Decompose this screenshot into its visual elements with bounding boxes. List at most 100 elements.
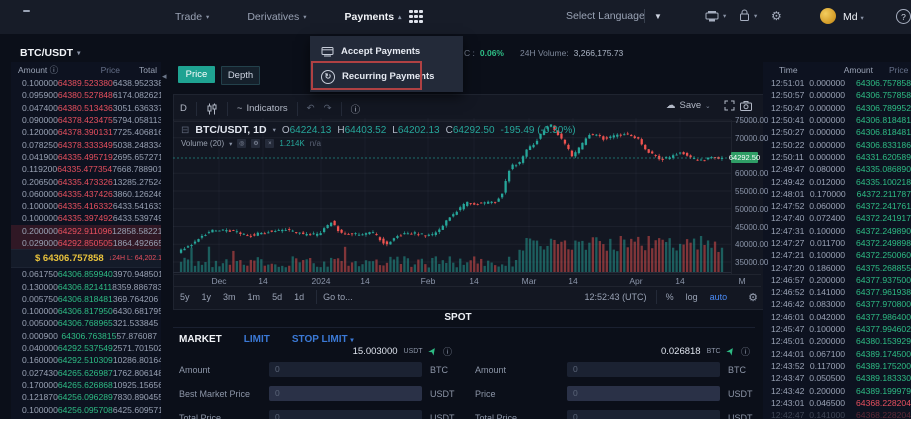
ask-row[interactable]: 0.02900064292.8505051864.492665 <box>11 237 161 249</box>
redo-icon[interactable]: ↷ <box>324 103 332 114</box>
range-button-5d[interactable]: 5d <box>272 292 282 302</box>
trade-row[interactable]: 12:43:520.11700064389.175200 <box>763 360 911 372</box>
settings-gear-icon[interactable]: ⚙ <box>771 9 782 23</box>
language-dropdown-icon[interactable]: ▼ <box>654 12 662 21</box>
bid-row[interactable]: 0.17000064265.62686810925.156568 <box>11 379 161 391</box>
range-button-1m[interactable]: 1m <box>248 292 261 302</box>
scale-%[interactable]: % <box>666 292 674 302</box>
trade-row[interactable]: 12:47:310.10000064372.249890 <box>763 225 911 237</box>
menu-item-accept-payments[interactable]: Accept Payments <box>310 39 463 64</box>
snapshot-camera-icon[interactable] <box>740 101 752 111</box>
chart-clock[interactable]: 12:52:43 (UTC) <box>585 292 647 302</box>
trade-row[interactable]: 12:50:110.00000064331.620589 <box>763 151 911 163</box>
ask-row[interactable]: 0.20000064292.91109612858.582219 <box>11 225 161 237</box>
bid-row[interactable]: 0.00575064306.818481369.764206 <box>11 293 161 305</box>
goto-button[interactable]: Go to... <box>323 292 353 302</box>
trade-row[interactable]: 12:46:010.04200064377.986400 <box>763 311 911 323</box>
bid-row[interactable]: 0.12187064256.0962897830.890455 <box>11 391 161 403</box>
trade-row[interactable]: 12:50:270.00000064306.818481 <box>763 126 911 138</box>
trade-row[interactable]: 12:50:470.00000064306.789952 <box>763 102 911 114</box>
interval-button[interactable]: D <box>180 103 187 114</box>
avatar[interactable] <box>820 8 836 24</box>
tab-limit[interactable]: LIMIT <box>244 334 270 345</box>
trade-row[interactable]: 12:46:420.08300064377.970800 <box>763 298 911 310</box>
ask-row[interactable]: 0.10000064335.4163326433.541633 <box>11 200 161 212</box>
undo-icon[interactable]: ↶ <box>307 103 315 114</box>
trade-row[interactable]: 12:47:210.10000064372.250060 <box>763 249 911 261</box>
ask-row[interactable]: 0.11920064335.4773547668.788901 <box>11 163 161 175</box>
trade-row[interactable]: 12:48:010.17000064372.211787 <box>763 188 911 200</box>
info-icon[interactable]: ⓘ <box>443 345 452 358</box>
trade-row[interactable]: 12:50:570.00000064306.757858 <box>763 89 911 101</box>
trade-row[interactable]: 12:46:570.20000064377.937500 <box>763 274 911 286</box>
tab-price[interactable]: Price <box>178 66 215 83</box>
range-button-5y[interactable]: 5y <box>180 292 190 302</box>
chart-info-icon[interactable]: ⓘ <box>351 102 361 116</box>
price-input[interactable]: 0 <box>567 386 720 401</box>
trade-row[interactable]: 12:49:420.01200064335.100218 <box>763 175 911 187</box>
user-menu[interactable]: Md ▾ <box>843 11 864 23</box>
nav-item-derivatives[interactable]: Derivatives▾ <box>247 11 306 23</box>
chart-symbol[interactable]: BTC/USDT, 1D <box>195 124 266 136</box>
ask-row[interactable]: 0.04190064335.4957192695.657271 <box>11 151 161 163</box>
ask-row[interactable]: 0.20650064335.47332613285.275242 <box>11 175 161 187</box>
trade-row[interactable]: 12:46:520.14100064377.961938 <box>763 286 911 298</box>
trade-row[interactable]: 12:43:010.04650064368.228204 <box>763 397 911 409</box>
ask-row[interactable]: 0.10000064335.3974926433.539749 <box>11 212 161 224</box>
candle-style-icon[interactable] <box>206 103 218 115</box>
bid-row[interactable]: 0.04000064292.5375492571.701502 <box>11 342 161 354</box>
info-icon[interactable]: ⓘ <box>50 65 59 75</box>
scale-log[interactable]: log <box>686 292 698 302</box>
ask-row[interactable]: 0.09000064378.4234755794.058113 <box>11 114 161 126</box>
trade-row[interactable]: 12:44:010.06710064389.174500 <box>763 348 911 360</box>
nav-item-trade[interactable]: Trade▾ <box>175 11 209 23</box>
indicators-button[interactable]: ~ Indicators <box>237 103 288 114</box>
ask-row[interactable]: 0.07825064378.3333495038.248334 <box>11 138 161 150</box>
trade-row[interactable]: 12:47:270.01170064372.249898 <box>763 237 911 249</box>
range-button-1d[interactable]: 1d <box>294 292 304 302</box>
amount-input[interactable]: 0 <box>567 362 720 377</box>
trade-row[interactable]: 12:50:220.00000064306.833186 <box>763 138 911 150</box>
bid-row[interactable]: 0.00500064306.768965321.533845 <box>11 317 161 329</box>
amount-input[interactable]: 0 <box>269 362 422 377</box>
ask-row[interactable]: 0.12000064378.3901317725.406816 <box>11 126 161 138</box>
remove-indicator-icon[interactable]: × <box>265 139 274 148</box>
pair-selector[interactable]: BTC/USDT ▾ <box>20 47 80 59</box>
trade-row[interactable]: 12:47:400.07240064372.241917 <box>763 212 911 224</box>
help-icon[interactable]: ? <box>896 9 911 24</box>
menu-item-recurring-payments[interactable]: ↻ Recurring Payments <box>310 64 463 89</box>
nav-item-payments[interactable]: Payments▴ <box>345 11 402 23</box>
range-button-3m[interactable]: 3m <box>223 292 236 302</box>
bid-row[interactable]: 0.13000064306.8214118359.886783 <box>11 280 161 292</box>
trade-row[interactable]: 12:50:410.00000064306.818481 <box>763 114 911 126</box>
apps-grid-icon[interactable] <box>409 10 423 23</box>
bid-row[interactable]: 0.16000064292.51030910286.801649 <box>11 354 161 366</box>
fullscreen-icon[interactable] <box>724 100 735 111</box>
orders-icon[interactable]: ▾ <box>705 10 726 22</box>
bid-row[interactable]: 0.02743064265.6269871762.806148 <box>11 367 161 379</box>
trade-row[interactable]: 12:45:470.10000064377.994602 <box>763 323 911 335</box>
trade-row[interactable]: 12:51:010.00000064306.757858 <box>763 77 911 89</box>
ask-row[interactable]: 0.04740064380.5134363051.636337 <box>11 102 161 114</box>
eye-icon[interactable]: ◎ <box>237 139 246 148</box>
trade-row[interactable]: 12:49:470.08000064335.086890 <box>763 163 911 175</box>
best-market-price-input[interactable]: 0 <box>269 386 422 401</box>
select-language[interactable]: Select Language <box>566 10 645 22</box>
bid-row[interactable]: 0.10000064306.8179506430.681795 <box>11 305 161 317</box>
trade-row[interactable]: 12:43:420.20000064389.199979 <box>763 384 911 396</box>
trade-row[interactable]: 12:47:200.18600064375.268855 <box>763 261 911 273</box>
ask-row[interactable]: 0.09590064380.5278486174.082621 <box>11 89 161 101</box>
wallet-lock-icon[interactable]: ▾ <box>739 9 757 22</box>
info-icon[interactable]: ⓘ <box>741 345 750 358</box>
scale-auto[interactable]: auto <box>710 292 728 302</box>
tab-depth[interactable]: Depth <box>221 66 260 85</box>
save-layout-button[interactable]: ☁ Save ⌄ <box>666 100 711 111</box>
volume-settings-icon[interactable]: ⚙ <box>251 139 260 148</box>
tab-market[interactable]: MARKET <box>179 334 222 345</box>
collapse-panel-icon[interactable]: ◂ <box>162 71 167 82</box>
bid-row[interactable]: 0.06175064306.8599403970.948501 <box>11 268 161 280</box>
trade-row[interactable]: 12:47:520.06000064372.241761 <box>763 200 911 212</box>
range-button-1y[interactable]: 1y <box>202 292 212 302</box>
ask-row[interactable]: 0.10000064389.5233806438.952338 <box>11 77 161 89</box>
chart-settings-gear-icon[interactable]: ⚙ <box>748 291 758 304</box>
